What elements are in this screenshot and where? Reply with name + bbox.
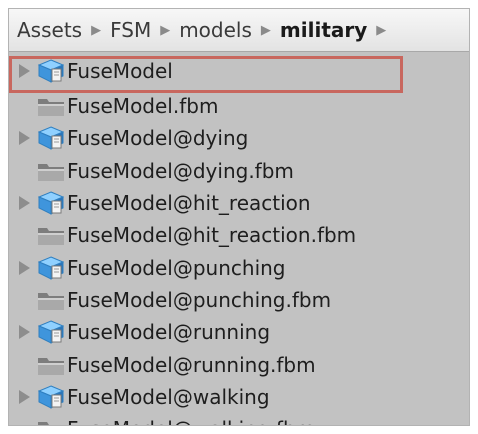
breadcrumb-separator-icon: ▶: [160, 22, 171, 38]
breadcrumb-separator-icon: ▶: [376, 22, 387, 38]
asset-row-folder[interactable]: FuseModel@hit_reaction.fbm: [9, 219, 469, 251]
expand-arrow-icon[interactable]: [19, 325, 30, 340]
folder-icon: [37, 224, 65, 246]
asset-row-model[interactable]: FuseModel@hit_reaction: [9, 187, 469, 219]
asset-row-folder[interactable]: FuseModel@dying.fbm: [9, 155, 469, 187]
breadcrumb-separator-icon: ▶: [91, 22, 102, 38]
asset-label: FuseModel@hit_reaction.fbm: [67, 223, 357, 248]
breadcrumb: Assets ▶ FSM ▶ models ▶ military ▶: [9, 9, 469, 52]
asset-label: FuseModel@running: [67, 320, 271, 345]
breadcrumb-separator-icon: ▶: [260, 22, 271, 38]
asset-label: FuseModel@running.fbm: [67, 352, 316, 377]
breadcrumb-item-models[interactable]: models: [179, 18, 252, 42]
asset-row-model[interactable]: FuseModel@running: [9, 316, 469, 348]
model-prefab-icon: [37, 191, 65, 215]
model-prefab-icon: [37, 256, 65, 280]
folder-icon: [37, 289, 65, 311]
asset-row-model[interactable]: FuseModel@dying: [9, 122, 469, 154]
project-browser-panel: Assets ▶ FSM ▶ models ▶ military ▶ FuseM…: [8, 8, 470, 426]
asset-row-folder[interactable]: FuseModel@punching.fbm: [9, 284, 469, 316]
folder-icon: [37, 95, 65, 117]
expand-arrow-icon[interactable]: [19, 389, 30, 404]
asset-label: FuseModel@dying.fbm: [67, 158, 294, 183]
asset-row-model[interactable]: FuseModel@punching: [9, 251, 469, 283]
breadcrumb-item-assets[interactable]: Assets: [17, 18, 82, 42]
asset-label: FuseModel@hit_reaction: [67, 191, 311, 216]
folder-icon: [37, 354, 65, 376]
folder-icon: [37, 160, 65, 182]
asset-label: FuseModel.fbm: [67, 94, 219, 119]
model-prefab-icon: [37, 385, 65, 409]
asset-label: FuseModel@walking: [67, 384, 270, 409]
asset-row-model[interactable]: FuseModel@walking: [9, 381, 469, 413]
expand-arrow-icon[interactable]: [19, 196, 30, 211]
asset-row-folder[interactable]: FuseModel.fbm: [9, 90, 469, 122]
asset-label: FuseModel@walking.fbm: [67, 417, 315, 425]
model-prefab-icon: [37, 59, 65, 83]
breadcrumb-item-military[interactable]: military: [280, 18, 367, 42]
asset-label: FuseModel@punching.fbm: [67, 287, 332, 312]
model-prefab-icon: [37, 126, 65, 151]
expand-arrow-icon[interactable]: [19, 64, 30, 78]
model-prefab-icon: [37, 320, 65, 345]
expand-arrow-icon[interactable]: [19, 260, 30, 275]
asset-row-folder[interactable]: FuseModel@running.fbm: [9, 348, 469, 380]
breadcrumb-item-fsm[interactable]: FSM: [110, 18, 151, 42]
asset-label: FuseModel@dying: [67, 126, 249, 151]
asset-row-model[interactable]: FuseModel: [9, 52, 469, 93]
file-list: FuseModel FuseModel.fbm FuseModel@dying Fus…: [9, 52, 469, 425]
folder-icon: [37, 418, 65, 425]
asset-label: FuseModel: [67, 59, 173, 83]
expand-arrow-icon[interactable]: [19, 131, 30, 146]
asset-label: FuseModel@punching: [67, 255, 286, 280]
asset-row-folder[interactable]: FuseModel@walking.fbm: [9, 413, 469, 425]
